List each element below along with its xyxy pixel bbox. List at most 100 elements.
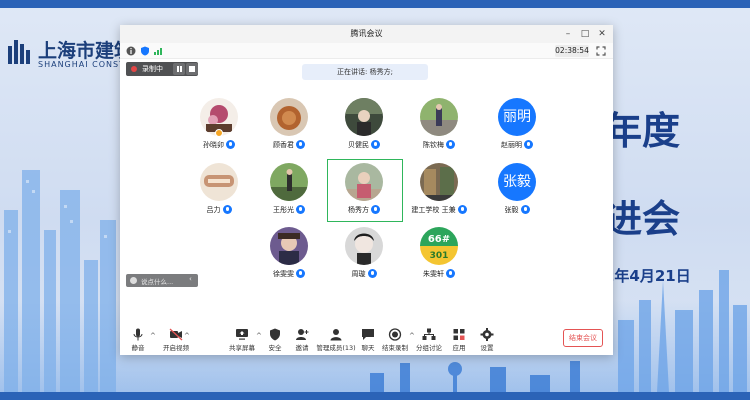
chat-icon [362,329,374,340]
participant-tile[interactable]: 杨秀方 [329,163,399,225]
participant-avatar [270,163,308,201]
fullscreen-icon[interactable] [596,46,606,56]
participant-tile[interactable]: 周璇 [329,227,399,289]
participant-tile[interactable]: 66# 301 朱雯轩 [404,227,474,289]
minimize-button[interactable]: – [560,27,576,41]
participant-avatar [345,227,383,265]
microphone-icon [446,140,455,149]
participant-tile[interactable]: 孙晓卯 [184,98,254,160]
info-toolbar: 02:38:54 [120,43,613,59]
slide-title-line2: 进会 [604,197,681,241]
participant-tile[interactable]: 建工学校 王兼 [404,163,474,225]
participant-tile[interactable]: 张毅 张毅 [482,163,552,225]
close-button[interactable]: ✕ [594,27,610,41]
title-bar[interactable]: 腾讯会议 – □ ✕ [120,25,613,43]
avatar-badge-top: 66# [428,234,450,245]
host-badge-icon [215,129,223,137]
gear-icon [480,328,494,341]
participant-avatar: 66# 301 [420,227,458,265]
skyline-right-decoration [618,270,747,392]
recording-label: 录制中 [142,65,163,73]
participant-tile[interactable]: 吕力 [184,163,254,225]
mute-button[interactable]: 静音 [120,326,156,354]
participant-name: 杨秀方 [348,206,369,214]
microphone-icon [446,269,455,278]
participant-name: 徐雯雯 [273,270,294,278]
slide-top-bar [0,0,750,8]
end-meeting-button[interactable]: 结束会议 [563,329,603,347]
apps-grid-icon [453,329,465,340]
recording-indicator: 录制中 [126,62,198,76]
org-name: 上海市建筑 [38,40,134,62]
participant-tile[interactable]: 丽明 赵丽明 [482,98,552,160]
participant-name: 赵丽明 [501,141,522,149]
slide-title-line1: 年度 [604,109,681,153]
microphone-icon [296,269,305,278]
bottom-toolbar: 静音 ^ 开启视频 ^ 共享屏幕 ^ 安全 邀请 管理成员(13) 聊天 结束录… [120,323,613,355]
participant-avatar [345,163,383,201]
video-options-chevron-icon[interactable]: ^ [184,332,190,340]
stop-recording-button[interactable] [186,63,198,75]
participant-tile[interactable]: 贝健民 [329,98,399,160]
participant-avatar [270,98,308,136]
participant-name: 张毅 [504,206,519,214]
microphone-icon [367,269,377,278]
participant-tile[interactable]: 陈钦梅 [404,98,474,160]
microphone-icon [296,140,305,149]
info-icon[interactable] [126,46,136,56]
microphone-icon [457,205,467,214]
microphone-icon [371,205,380,214]
participant-name: 吕力 [206,206,221,214]
microphone-icon [520,205,530,214]
meeting-window: 腾讯会议 – □ ✕ 02:38:54 录制中 正在讲话: 杨秀方; 孙晓卯 顾… [120,25,613,355]
participant-avatar: 丽明 [498,98,536,136]
participant-avatar: 张毅 [498,163,536,201]
video-label: 开启视频 [163,344,189,352]
participant-avatar [270,227,308,265]
speaking-banner: 正在讲话: 杨秀方; [302,64,428,80]
settings-button[interactable]: 设置 [469,326,505,354]
microphone-icon [222,205,232,214]
microphone-icon [371,140,380,149]
participant-name: 周璇 [351,270,366,278]
participant-name: 陈钦梅 [423,141,444,149]
meeting-timer: 02:38:54 [555,45,589,57]
participant-name: 贝健民 [348,141,369,149]
security-shield-icon [270,328,280,341]
microphone-icon [133,328,143,341]
chat-bubble-icon [130,277,137,284]
org-logo-icon [8,40,30,64]
invite-user-icon [296,329,309,340]
mute-options-chevron-icon[interactable]: ^ [150,332,156,340]
skyline-left-decoration [4,170,116,392]
chat-placeholder: 说点什么... [141,278,174,286]
members-icon [330,329,342,341]
participant-name: 朱雯轩 [423,270,444,278]
signal-strength-icon[interactable] [153,46,163,56]
participant-name: 顾香君 [273,141,294,149]
video-off-icon [169,328,183,341]
settings-label: 设置 [480,344,494,352]
participant-avatar [420,98,458,136]
microphone-icon [226,140,235,149]
breakout-rooms-icon [422,328,436,340]
participant-name: 王彤光 [273,206,294,214]
participant-avatar [200,163,238,201]
participant-name: 孙晓卯 [203,141,224,149]
share-screen-icon [236,329,248,340]
maximize-button[interactable]: □ [577,27,593,41]
participant-tile[interactable]: 顾香君 [254,98,324,160]
pause-recording-button[interactable] [173,63,185,75]
video-button[interactable]: 开启视频 [158,326,194,354]
skyline-bottom-decoration [370,361,580,392]
participant-avatar [345,98,383,136]
participant-name: 建工学校 王兼 [411,206,456,214]
microphone-icon [296,205,305,214]
chat-input[interactable]: 说点什么... ‹ [126,274,198,287]
window-title: 腾讯会议 [350,29,383,38]
shield-icon[interactable] [140,46,150,56]
participant-tile[interactable]: 徐雯雯 [254,227,324,289]
chevron-left-icon[interactable]: ‹ [189,275,192,283]
slide-bottom-bar [0,392,750,400]
participant-tile[interactable]: 王彤光 [254,163,324,225]
